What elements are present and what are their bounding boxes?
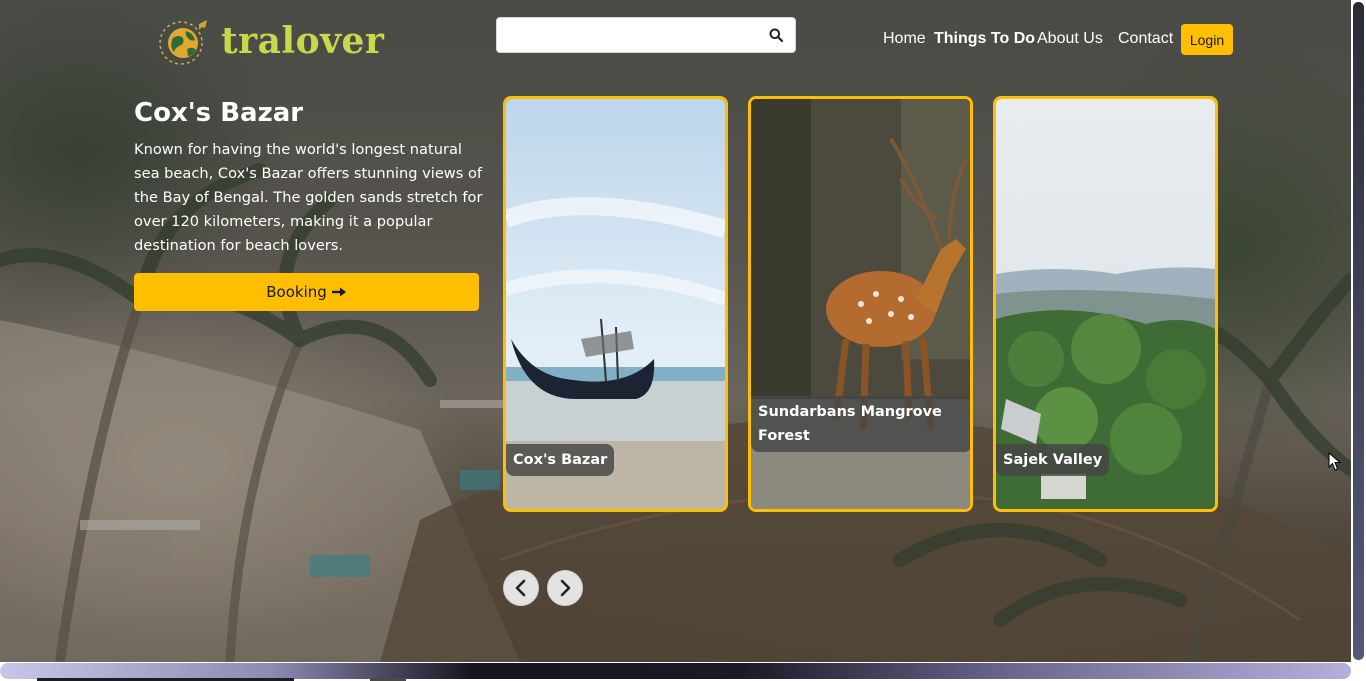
arrow-right-icon — [331, 287, 346, 297]
mouse-cursor-icon — [1328, 452, 1342, 471]
main-nav: Home Things To Do About Us Contact Login — [0, 24, 1366, 58]
vertical-scrollbar[interactable] — [1351, 0, 1366, 662]
booking-button[interactable]: Booking — [134, 273, 479, 311]
booking-label: Booking — [266, 283, 327, 301]
slider-prev-button[interactable] — [503, 570, 539, 606]
nav-things-to-do[interactable]: Things To Do — [934, 30, 1035, 48]
horizontal-scrollbar-thumb[interactable] — [0, 663, 1351, 679]
login-button[interactable]: Login — [1181, 24, 1233, 55]
card-label: Sajek Valley — [996, 444, 1110, 476]
nav-contact[interactable]: Contact — [1118, 30, 1173, 48]
destination-card-sundarbans[interactable]: Sundarbans Mangrove Forest — [748, 96, 973, 512]
slider-next-button[interactable] — [547, 570, 583, 606]
hero-description: Known for having the world's longest nat… — [134, 141, 483, 254]
chevron-left-icon — [515, 579, 526, 597]
destination-card-coxs-bazar[interactable]: Cox's Bazar — [503, 96, 728, 512]
hero-title: Cox's Bazar — [134, 98, 304, 128]
card-label: Cox's Bazar — [506, 444, 615, 476]
vertical-scrollbar-thumb[interactable] — [1353, 2, 1364, 660]
card-label: Sundarbans Mangrove Forest — [751, 396, 970, 452]
nav-home[interactable]: Home — [883, 30, 926, 48]
destination-card-sajek-valley[interactable]: Sajek Valley — [993, 96, 1218, 512]
nav-about-us[interactable]: About Us — [1037, 30, 1103, 48]
chevron-right-icon — [560, 579, 571, 597]
